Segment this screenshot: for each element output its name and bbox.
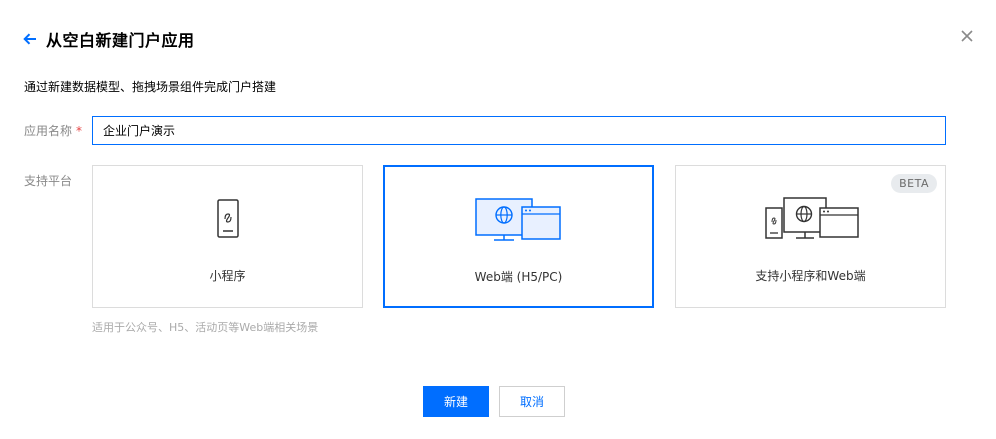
app-name-label: 应用名称 *: [24, 122, 82, 139]
page-description: 通过新建数据模型、拖拽场景组件完成门户搭建: [24, 80, 277, 94]
platform-hint: 适用于公众号、H5、活动页等Web端相关场景: [92, 321, 319, 334]
mini-program-phone-icon: [93, 194, 362, 244]
app-name-input[interactable]: [92, 116, 946, 145]
web-monitor-icon: [385, 195, 652, 245]
platform-card-mini-program[interactable]: 小程序: [92, 165, 363, 308]
required-mark: *: [76, 124, 83, 138]
close-icon[interactable]: [958, 27, 976, 45]
arrow-left-icon[interactable]: [22, 30, 40, 48]
dialog-header: 从空白新建门户应用: [22, 27, 195, 51]
platform-card-label: Web端 (H5/PC): [474, 270, 563, 284]
multi-device-icon: [676, 194, 945, 244]
page-title: 从空白新建门户应用: [46, 31, 195, 50]
platform-card-web[interactable]: Web端 (H5/PC): [383, 165, 654, 308]
platform-label: 支持平台: [24, 174, 73, 188]
beta-badge: BETA: [891, 174, 937, 193]
create-button[interactable]: 新建: [423, 386, 489, 417]
app-name-label-text: 应用名称: [24, 124, 73, 138]
cancel-button[interactable]: 取消: [499, 386, 565, 417]
platform-card-label: 小程序: [209, 269, 246, 283]
platform-card-label: 支持小程序和Web端: [755, 269, 866, 283]
platform-card-mini-program-and-web[interactable]: BETA 支持小程序和Web端: [675, 165, 946, 308]
